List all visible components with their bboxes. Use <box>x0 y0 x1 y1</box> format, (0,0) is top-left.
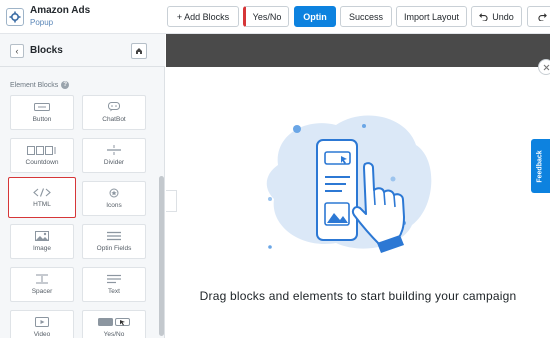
blocks-sidebar: ‹ Blocks Element Blocks ? Button ChatBot… <box>0 34 165 338</box>
block-yes-no[interactable]: Yes/No <box>82 310 146 338</box>
block-divider[interactable]: Divider <box>82 138 146 173</box>
drag-drop-illustration <box>266 115 432 253</box>
undo-icon <box>479 13 488 21</box>
block-label: Icons <box>106 202 122 209</box>
undo-button[interactable]: Undo <box>471 6 522 27</box>
yes-no-view-button[interactable]: Yes/No <box>243 6 289 27</box>
yes-no-icon <box>98 317 130 327</box>
sidebar-title: Blocks <box>30 45 63 56</box>
undo-label: Undo <box>492 11 514 22</box>
gear-icon[interactable] <box>6 8 24 26</box>
redo-button[interactable] <box>527 6 550 27</box>
close-icon[interactable] <box>538 59 550 75</box>
spacer-icon <box>35 274 49 284</box>
block-label: ChatBot <box>102 116 126 123</box>
block-label: Countdown <box>25 159 59 166</box>
block-text[interactable]: Text <box>82 267 146 302</box>
block-optin-fields[interactable]: Optin Fields <box>82 224 146 259</box>
section-label-text: Element Blocks <box>10 81 59 89</box>
add-blocks-button[interactable]: + Add Blocks <box>167 6 239 27</box>
home-icon[interactable] <box>131 43 147 59</box>
block-spacer[interactable]: Spacer <box>10 267 74 302</box>
import-layout-button[interactable]: Import Layout <box>396 6 467 27</box>
sidebar-header: ‹ Blocks <box>0 34 165 67</box>
help-icon[interactable]: ? <box>61 81 70 89</box>
html-code-icon <box>33 187 51 197</box>
chatbot-icon <box>108 102 120 112</box>
feedback-label: Feedback <box>537 149 545 183</box>
block-image[interactable]: Image <box>10 224 74 259</box>
block-button[interactable]: Button <box>10 95 74 130</box>
icons-icon <box>109 188 119 198</box>
success-view-button[interactable]: Success <box>340 6 392 27</box>
element-blocks-heading: Element Blocks ? <box>10 81 70 89</box>
block-label: HTML <box>33 201 51 208</box>
button-icon <box>34 102 50 112</box>
block-label: Optin Fields <box>96 245 132 252</box>
block-label: Video <box>33 331 51 338</box>
feedback-tab[interactable]: Feedback <box>531 139 550 193</box>
block-label: Spacer <box>31 288 53 295</box>
campaign-type: Popup <box>30 18 54 27</box>
block-label: Image <box>32 245 52 252</box>
collapse-sidebar-toggle[interactable]: chevron-left-icon <box>166 190 177 212</box>
text-icon <box>107 274 121 284</box>
optin-fields-icon <box>107 231 121 241</box>
campaign-title: Amazon Ads <box>30 5 91 16</box>
canvas-overlay-top <box>166 34 550 67</box>
block-chatbot[interactable]: ChatBot <box>82 95 146 130</box>
block-video[interactable]: Video <box>10 310 74 338</box>
redo-icon <box>537 13 547 21</box>
optin-view-button[interactable]: Optin <box>294 6 336 27</box>
block-label: Divider <box>103 159 125 166</box>
block-countdown[interactable]: Countdown <box>10 138 74 173</box>
empty-canvas-message: Drag blocks and elements to start buildi… <box>199 289 517 303</box>
top-toolbar: Amazon Ads Popup + Add Blocks Yes/No Opt… <box>0 0 550 34</box>
image-icon <box>35 231 49 241</box>
chevron-left-icon[interactable]: ‹ <box>10 44 24 58</box>
block-icons[interactable]: Icons <box>82 181 146 216</box>
sidebar-scrollbar[interactable] <box>159 176 164 336</box>
block-label: Button <box>32 116 52 123</box>
countdown-icon <box>27 145 57 155</box>
block-label: Yes/No <box>103 331 125 338</box>
divider-icon <box>107 145 121 155</box>
video-icon <box>35 317 49 327</box>
block-html[interactable]: HTML <box>8 177 76 218</box>
block-label: Text <box>108 288 120 295</box>
